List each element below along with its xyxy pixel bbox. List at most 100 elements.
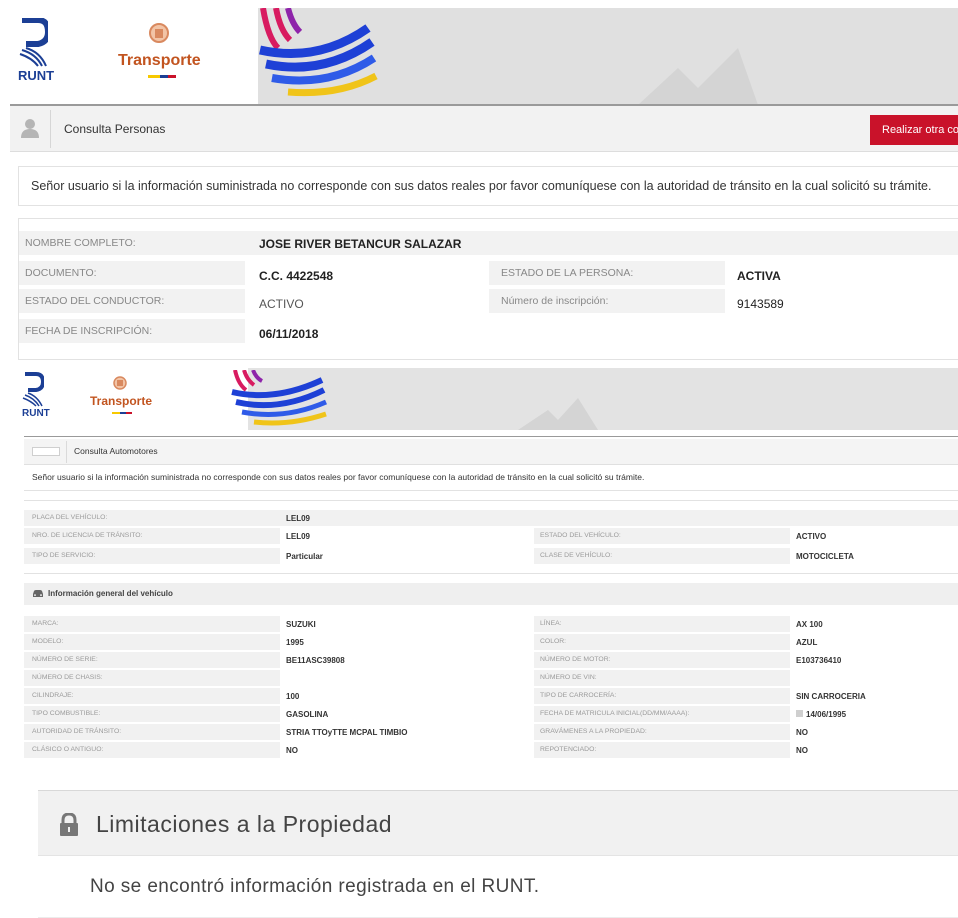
row-licencia: NRO. DE LICENCIA DE TRÁNSITO: LEL09 ESTA… <box>24 528 958 544</box>
limitaciones-message: No se encontró información registrada en… <box>90 876 540 897</box>
general-value: E103736410 <box>796 656 842 665</box>
general-label: NÚMERO DE SERIE: <box>32 656 98 663</box>
fecha-inscripcion-value: 06/11/2018 <box>259 327 319 341</box>
nombre-value: JOSE RIVER BETANCUR SALAZAR <box>259 237 462 251</box>
limitaciones-header: Limitaciones a la Propiedad <box>38 790 958 856</box>
estado-persona-value: ACTIVA <box>737 269 781 283</box>
escudo-icon <box>113 376 127 390</box>
general-value: BE11ASC39808 <box>286 656 345 665</box>
general-row: MODELO: 1995 COLOR: AZUL <box>24 634 958 650</box>
colombia-stripes-logo <box>259 8 378 97</box>
general-label: MARCA: <box>32 620 59 627</box>
header-banner-small: RUNT Transporte <box>18 368 958 430</box>
general-value: NO <box>796 728 808 737</box>
escudo-icon <box>149 23 169 43</box>
general-value: AX 100 <box>796 620 823 629</box>
servicio-value: Particular <box>286 552 323 561</box>
licencia-value: LEL09 <box>286 532 311 541</box>
limitaciones-message-box: No se encontró información registrada en… <box>38 856 958 918</box>
bar-divider <box>66 441 67 463</box>
inscripcion-label: Número de inscripción: <box>501 295 609 307</box>
general-row: MARCA: SUZUKI LÍNEA: AX 100 <box>24 616 958 632</box>
placa-value: LEL09 <box>286 514 311 523</box>
row-fecha-inscripcion: FECHA DE INSCRIPCIÓN: 06/11/2018 <box>19 319 958 343</box>
runt-text: RUNT <box>18 68 55 83</box>
runt-logo: RUNT <box>18 18 78 88</box>
calendar-icon <box>796 710 803 717</box>
divider-line <box>24 490 958 491</box>
documento-value: C.C. 4422548 <box>259 269 334 283</box>
transporte-logo: Transporte <box>90 374 170 422</box>
general-label: TIPO DE CARROCERÍA: <box>540 692 617 699</box>
general-label: MODELO: <box>32 638 64 645</box>
general-row: NÚMERO DE SERIE: BE11ASC39808 NÚMERO DE … <box>24 652 958 668</box>
general-row: TIPO COMBUSTIBLE: GASOLINA FECHA DE MATR… <box>24 706 958 722</box>
header-divider <box>24 436 958 437</box>
licencia-label: NRO. DE LICENCIA DE TRÁNSITO: <box>32 532 143 539</box>
notice-message: Señor usuario si la información suminist… <box>18 166 958 206</box>
transporte-text: Transporte <box>118 52 201 69</box>
general-label: GRAVÁMENES A LA PROPIEDAD: <box>540 728 647 735</box>
general-label: COLOR: <box>540 638 567 645</box>
bar-divider <box>50 110 51 148</box>
general-label: TIPO COMBUSTIBLE: <box>32 710 101 717</box>
realizar-otra-consulta-button[interactable]: Realizar otra consulta <box>870 115 958 145</box>
documento-label: DOCUMENTO: <box>25 267 97 279</box>
row-nombre: NOMBRE COMPLETO: JOSE RIVER BETANCUR SAL… <box>19 231 958 255</box>
general-value: 1995 <box>286 638 304 647</box>
general-value: NO <box>796 746 808 755</box>
general-value: 100 <box>286 692 300 701</box>
general-label: REPOTENCIADO: <box>540 746 597 753</box>
estado-vehiculo-value: ACTIVO <box>796 532 827 541</box>
limitaciones-section: Limitaciones a la Propiedad No se encont… <box>38 790 958 918</box>
vehicle-placeholder-icon <box>32 447 60 456</box>
general-value: 14/06/1995 <box>806 710 847 719</box>
estado-persona-label: ESTADO DE LA PERSONA: <box>501 267 634 279</box>
general-value: AZUL <box>796 638 818 647</box>
car-icon <box>33 590 43 597</box>
colombia-stripes-logo <box>231 370 328 426</box>
flag-blue <box>160 75 168 78</box>
persona-info-table: NOMBRE COMPLETO: JOSE RIVER BETANCUR SAL… <box>18 218 958 360</box>
page-title: Consulta Automotores <box>74 446 158 456</box>
runt-r-icon <box>19 18 48 67</box>
page-title: Consulta Personas <box>64 122 166 136</box>
estado-conductor-value: ACTIVO <box>259 297 304 311</box>
row-servicio: TIPO DE SERVICIO: Particular CLASE DE VE… <box>24 548 958 564</box>
general-row: AUTORIDAD DE TRÁNSITO: STRIA TTOyTTE MCP… <box>24 724 958 740</box>
divider-line <box>24 573 958 574</box>
transporte-text: Transporte <box>90 394 153 408</box>
consulta-personas-section: RUNT Transporte Consulta Personas Realiz… <box>0 0 958 362</box>
general-value: SUZUKI <box>286 620 316 629</box>
general-value: NO <box>286 746 298 755</box>
runt-r-icon <box>22 372 44 407</box>
consulta-personas-bar: Consulta Personas Realizar otra consulta <box>10 106 958 152</box>
general-value: SIN CARROCERIA <box>796 692 866 701</box>
general-value: STRIA TTOyTTE MCPAL TIMBIO <box>286 728 408 737</box>
placa-label: PLACA DEL VEHÍCULO: <box>32 514 108 521</box>
general-label: NÚMERO DE MOTOR: <box>540 656 611 663</box>
user-icon <box>21 119 39 138</box>
general-label: CLÁSICO O ANTIGUO: <box>32 746 104 753</box>
general-label: CILINDRAJE: <box>32 692 74 699</box>
flag-red <box>168 75 176 78</box>
nombre-label: NOMBRE COMPLETO: <box>25 237 136 249</box>
runt-text: RUNT <box>22 408 50 419</box>
general-row: NÚMERO DE CHASIS: NÚMERO DE VIN: <box>24 670 958 686</box>
inscripcion-value: 9143589 <box>737 297 784 311</box>
general-row: CILINDRAJE: 100 TIPO DE CARROCERÍA: SIN … <box>24 688 958 704</box>
divider-line <box>24 500 958 501</box>
clase-label: CLASE DE VEHÍCULO: <box>540 552 613 559</box>
notice-message: Señor usuario si la información suminist… <box>32 472 645 482</box>
consulta-automotores-section: RUNT Transporte Consulta Automotores Señ… <box>18 368 958 766</box>
estado-conductor-label: ESTADO DEL CONDUCTOR: <box>25 295 165 307</box>
row-documento: DOCUMENTO: C.C. 4422548 ESTADO DE LA PER… <box>19 261 958 285</box>
consulta-automotores-bar: Consulta Automotores <box>24 439 958 465</box>
general-label: NÚMERO DE CHASIS: <box>32 674 103 681</box>
row-placa: PLACA DEL VEHÍCULO: LEL09 <box>24 510 958 526</box>
estado-vehiculo-label: ESTADO DEL VEHÍCULO: <box>540 532 621 539</box>
row-estado-conductor: ESTADO DEL CONDUCTOR: ACTIVO Número de i… <box>19 289 958 313</box>
lock-icon <box>60 813 78 836</box>
flag-yellow <box>148 75 160 78</box>
general-label: LÍNEA: <box>540 620 562 627</box>
